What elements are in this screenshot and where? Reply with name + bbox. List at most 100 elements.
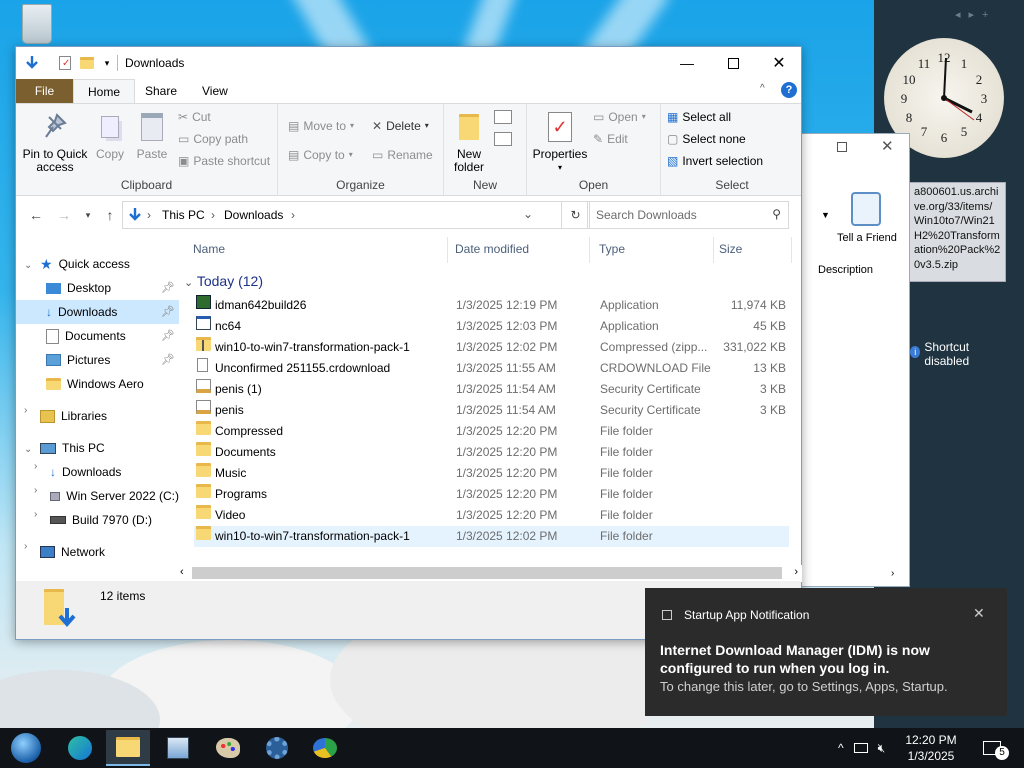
nav-drive-c[interactable]: Win Server 2022 (C:) (50, 484, 179, 508)
nav-documents[interactable]: Documents 📌︎ (46, 324, 179, 348)
title-bar[interactable]: ✓ ▾ Downloads — ✕ (16, 47, 801, 79)
column-name[interactable]: Name (184, 237, 448, 263)
explorer-button[interactable] (106, 730, 150, 766)
pin-quick-access-button[interactable]: Pin to Quick access (22, 110, 88, 174)
network-icon[interactable] (853, 743, 868, 753)
back-arrow-icon[interactable]: ← (26, 205, 46, 225)
nav-quick-access[interactable]: ★ Quick access (40, 252, 179, 276)
group-today[interactable]: ⌄ Today (12) (184, 270, 263, 292)
chevron-right-icon[interactable]: › (24, 405, 27, 416)
recent-dropdown-icon[interactable]: ▾ (78, 205, 98, 225)
show-hidden-icons-icon[interactable]: ^ (838, 741, 844, 755)
edge-button[interactable] (58, 730, 102, 766)
edit-button[interactable]: ✎ Edit (593, 129, 628, 149)
cut-button[interactable]: ✂ Cut (178, 107, 211, 127)
down-arrow-icon[interactable] (23, 54, 41, 72)
start-button[interactable] (4, 730, 48, 766)
tell-a-friend-label[interactable]: Tell a Friend (837, 232, 897, 244)
close-icon[interactable]: ✕ (881, 137, 894, 155)
chevron-down-icon[interactable]: ⌄ (24, 260, 32, 271)
refresh-button[interactable]: ↻ (562, 201, 590, 229)
scroll-left-icon[interactable]: ‹ (180, 566, 184, 578)
select-all-button[interactable]: ▦ Select all (667, 107, 731, 127)
file-row[interactable]: penis 1/3/2025 11:54 AM Security Certifi… (194, 400, 789, 421)
notification-close-icon[interactable]: ✕ (973, 605, 985, 622)
collapse-ribbon-icon[interactable]: ^ (760, 83, 765, 94)
up-arrow-icon[interactable]: ↑ (100, 205, 120, 225)
horizontal-scrollbar[interactable]: ‹ › (176, 565, 802, 582)
settings-button[interactable] (255, 730, 299, 766)
clock[interactable]: 12:20 PM 1/3/2025 (902, 728, 960, 768)
startup-notification[interactable]: Startup App Notification ✕ Internet Down… (645, 588, 1007, 716)
scrollbar-thumb[interactable] (192, 567, 782, 579)
address-dropdown-icon[interactable]: ⌄ (523, 207, 533, 221)
notification-center-button[interactable]: 5 (983, 728, 1015, 768)
recycle-bin-icon[interactable] (22, 4, 52, 44)
delete-button[interactable]: ✕ Delete ▾ (372, 116, 429, 136)
column-size[interactable]: Size (710, 237, 792, 263)
close-button[interactable]: ✕ (756, 47, 802, 79)
minimize-button[interactable]: — (664, 47, 710, 79)
paint-button[interactable] (206, 730, 250, 766)
rename-button[interactable]: ▭ Rename (372, 145, 433, 165)
idm-button[interactable] (303, 730, 347, 766)
breadcrumb-downloads[interactable]: Downloads (224, 208, 283, 222)
sidebar-nav[interactable]: ◂▸+ (955, 8, 996, 21)
chevron-down-icon[interactable]: ⌄ (24, 444, 32, 455)
file-row[interactable]: nc64 1/3/2025 12:03 PM Application 45 KB (194, 316, 789, 337)
nav-libraries[interactable]: Libraries (40, 404, 179, 428)
nav-desktop[interactable]: Desktop 📌︎ (46, 276, 179, 300)
nav-pc-downloads[interactable]: ↓ Downloads (50, 460, 179, 484)
nav-this-pc[interactable]: This PC (40, 436, 179, 460)
search-input[interactable]: Search Downloads ⚲ (587, 201, 789, 229)
properties-button[interactable]: ✓ Properties ▾ (531, 110, 589, 174)
chevron-right-icon[interactable]: › (34, 485, 37, 496)
nav-windows-aero[interactable]: Windows Aero (46, 372, 179, 396)
tab-share[interactable]: Share (131, 79, 191, 103)
thumbs-up-icon[interactable] (851, 192, 881, 226)
file-row[interactable]: Music 1/3/2025 12:20 PM File folder (194, 463, 789, 484)
nav-network[interactable]: Network (40, 540, 179, 564)
open-button[interactable]: ▭ Open ▾ (593, 107, 646, 127)
qat-dropdown-icon[interactable]: ▾ (98, 54, 116, 72)
file-row[interactable]: Programs 1/3/2025 12:20 PM File folder (194, 484, 789, 505)
paste-button[interactable]: Paste (132, 110, 172, 161)
paste-shortcut-button[interactable]: ▣ Paste shortcut (178, 151, 270, 171)
move-to-button[interactable]: ▤ Move to ▾ (288, 116, 354, 136)
scroll-right-icon[interactable]: › (891, 568, 894, 579)
new-folder-button[interactable]: New folder (448, 110, 490, 174)
file-row[interactable]: idman642build26 1/3/2025 12:19 PM Applic… (194, 295, 789, 316)
nav-drive-d[interactable]: Build 7970 (D:) (50, 508, 179, 532)
new-folder-icon[interactable] (78, 54, 96, 72)
volume-muted-icon[interactable]: 🔇︎ (878, 741, 886, 756)
dropdown-arrow-icon[interactable]: ▼ (821, 210, 830, 220)
maximize-button[interactable] (710, 47, 756, 79)
new-item-icon[interactable] (494, 110, 512, 124)
invert-selection-button[interactable]: ▧ Invert selection (667, 151, 763, 171)
nav-downloads[interactable]: ↓ Downloads 📌︎ (16, 300, 179, 324)
copy-to-button[interactable]: ▤ Copy to ▾ (288, 145, 353, 165)
file-row[interactable]: Compressed 1/3/2025 12:20 PM File folder (194, 421, 789, 442)
breadcrumb-this-pc[interactable]: This PC (162, 208, 205, 222)
chevron-right-icon[interactable]: › (24, 541, 27, 552)
column-date[interactable]: Date modified (446, 237, 590, 263)
file-row[interactable]: Unconfirmed 251155.crdownload 1/3/2025 1… (194, 358, 789, 379)
tab-view[interactable]: View (188, 79, 242, 103)
file-row[interactable]: Documents 1/3/2025 12:20 PM File folder (194, 442, 789, 463)
chevron-right-icon[interactable]: › (34, 461, 37, 472)
column-type[interactable]: Type (590, 237, 714, 263)
file-row[interactable]: Video 1/3/2025 12:20 PM File folder (194, 505, 789, 526)
chevron-right-icon[interactable]: › (34, 509, 37, 520)
properties-icon[interactable]: ✓ (56, 54, 74, 72)
copy-button[interactable]: Copy (92, 110, 128, 161)
explorer-window[interactable]: ✓ ▾ Downloads — ✕ File Home Share View ^… (15, 46, 802, 640)
tab-home[interactable]: Home (73, 79, 136, 103)
easy-access-icon[interactable] (494, 132, 512, 146)
nav-pictures[interactable]: Pictures 📌︎ (46, 348, 179, 372)
help-icon[interactable]: ? (781, 82, 797, 98)
select-none-button[interactable]: ▢ Select none (667, 129, 746, 149)
tab-file[interactable]: File (16, 79, 73, 103)
maximize-icon[interactable] (837, 142, 847, 152)
file-row[interactable]: penis (1) 1/3/2025 11:54 AM Security Cer… (194, 379, 789, 400)
file-row[interactable]: win10-to-win7-transformation-pack-1 1/3/… (194, 526, 789, 547)
